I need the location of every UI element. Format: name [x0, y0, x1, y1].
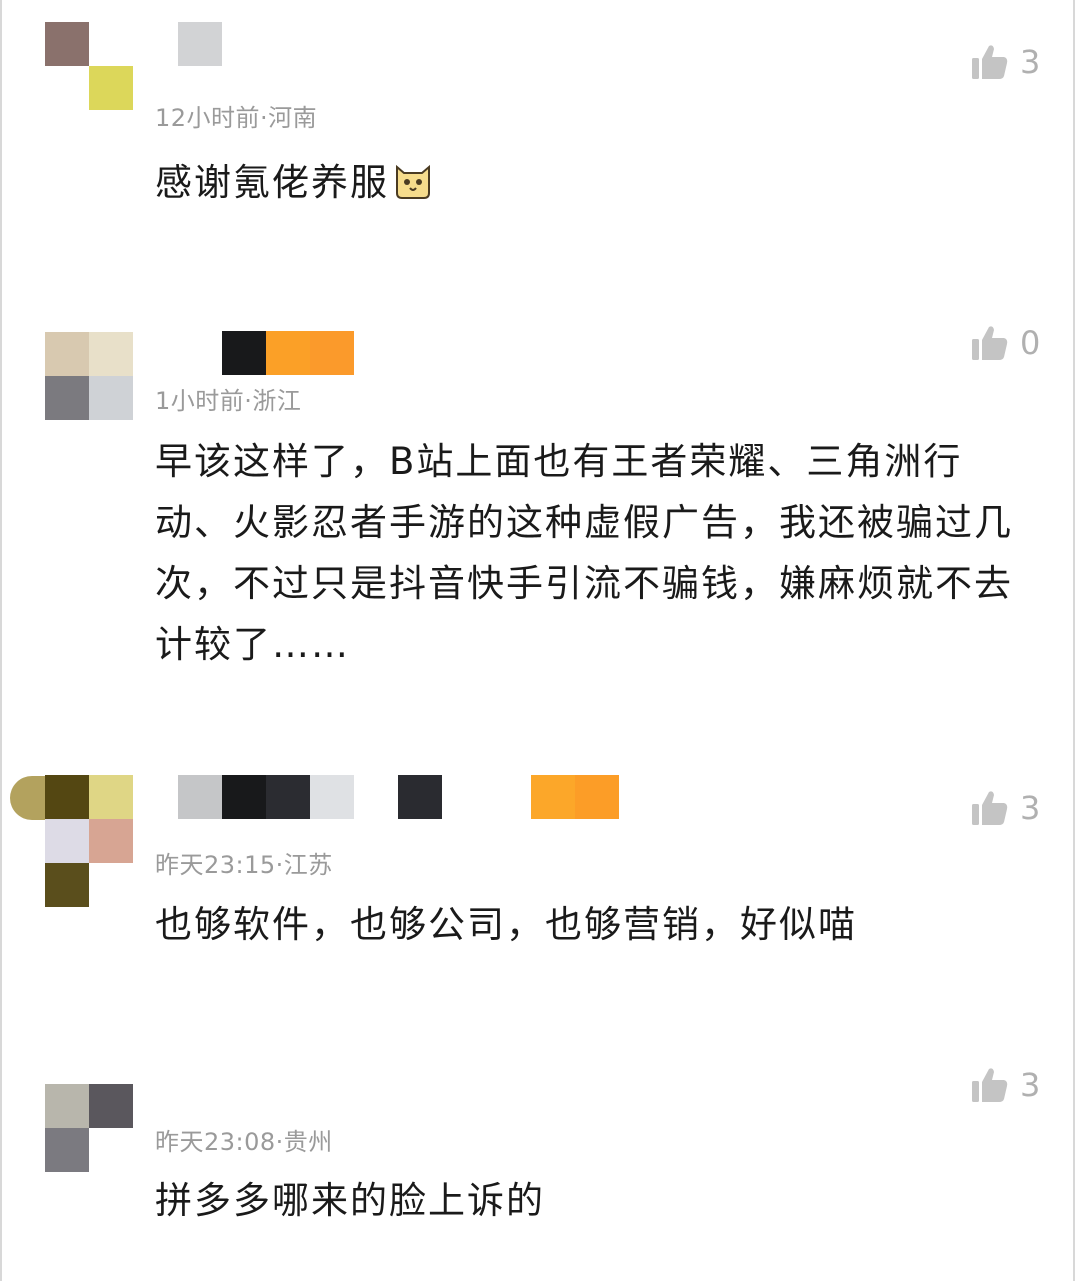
username-pixelated[interactable] [178, 775, 620, 819]
comment-text-content: 感谢氪佬养服 [155, 161, 389, 204]
username-pixelated[interactable] [178, 22, 222, 66]
like-button[interactable]: 0 [970, 321, 1040, 365]
avatar[interactable] [45, 332, 133, 420]
cat-face-emoji-icon [396, 164, 430, 199]
comment-text: 感谢氪佬养服 [155, 152, 1025, 213]
thumbs-up-icon [972, 791, 1008, 825]
comment-text: 也够软件，也够公司，也够营销，好似喵 [155, 903, 857, 946]
like-count: 3 [1020, 43, 1041, 81]
like-button[interactable]: 3 [970, 786, 1040, 830]
like-button[interactable]: 3 [970, 40, 1040, 84]
comment-meta: 昨天23:15·江苏 [155, 851, 333, 879]
username-pixelated[interactable] [222, 331, 354, 375]
thumbs-up-icon [972, 45, 1008, 79]
like-button[interactable]: 3 [970, 1063, 1040, 1107]
comment-meta: 昨天23:08·贵州 [155, 1128, 333, 1156]
avatar[interactable] [45, 1084, 133, 1172]
comment-text: 早该这样了，B站上面也有王者荣耀、三角洲行动、火影忍者手游的这种虚假广告，我还被… [155, 440, 1013, 666]
like-count: 0 [1020, 324, 1041, 362]
thumbs-up-icon [972, 326, 1008, 360]
comment-meta: 12小时前·河南 [155, 104, 318, 132]
comment-meta: 1小时前·浙江 [155, 387, 302, 415]
like-count: 3 [1020, 1066, 1041, 1104]
comment-text: 拼多多哪来的脸上诉的 [155, 1179, 545, 1222]
like-count: 3 [1020, 789, 1041, 827]
avatar-frame-decoration [10, 776, 46, 820]
thumbs-up-icon [972, 1068, 1008, 1102]
avatar[interactable] [45, 775, 133, 907]
avatar[interactable] [45, 22, 133, 110]
